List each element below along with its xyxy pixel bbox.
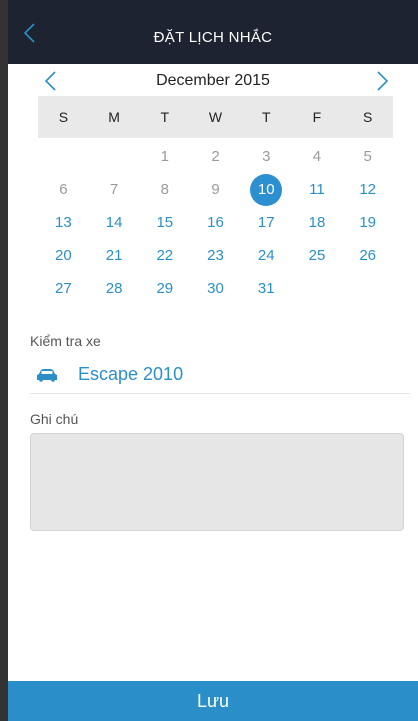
calendar-day-27[interactable]: 27 [38, 272, 89, 305]
calendar-day-29[interactable]: 29 [139, 272, 190, 305]
calendar-day-11[interactable]: 11 [292, 173, 343, 206]
notes-input[interactable] [30, 433, 404, 531]
calendar-day-8[interactable]: 8 [139, 173, 190, 206]
navbar: ĐẶT LỊCH NHẮC [8, 0, 418, 64]
calendar-day-20[interactable]: 20 [38, 239, 89, 272]
calendar-day-19[interactable]: 19 [342, 206, 393, 239]
calendar-day-10[interactable]: 10 [241, 173, 292, 206]
calendar-day-14[interactable]: 14 [89, 206, 140, 239]
page-title: ĐẶT LỊCH NHẮC [153, 29, 273, 46]
calendar-day-28[interactable]: 28 [89, 272, 140, 305]
calendar-day-4[interactable]: 4 [292, 140, 343, 173]
calendar-day-25[interactable]: 25 [292, 239, 343, 272]
next-month-chevron-icon[interactable] [373, 70, 391, 92]
calendar-week: 6 7 8 9 10 11 12 [38, 173, 393, 206]
calendar-day-3[interactable]: 3 [241, 140, 292, 173]
calendar-week: 27 28 29 30 31 [38, 272, 393, 305]
weekday-sunday: S [58, 109, 69, 125]
calendar-day-2[interactable]: 2 [190, 140, 241, 173]
car-icon [37, 369, 57, 382]
calendar-day-23[interactable]: 23 [190, 239, 241, 272]
month-label: December 2015 [156, 72, 270, 89]
calendar-day-9[interactable]: 9 [190, 173, 241, 206]
calendar-day-30[interactable]: 30 [190, 272, 241, 305]
calendar-week: 13 14 15 16 17 18 19 [38, 206, 393, 239]
vehicle-selector[interactable]: Escape 2010 [30, 362, 410, 394]
weekday-thursday: T [261, 109, 271, 125]
weekday-wednesday: W [208, 109, 223, 125]
weekday-friday: F [312, 109, 322, 125]
vehicle-label: Kiểm tra xe [30, 333, 101, 349]
calendar-day-empty [292, 272, 343, 305]
calendar-day-18[interactable]: 18 [292, 206, 343, 239]
calendar-day-22[interactable]: 22 [139, 239, 190, 272]
calendar-day-26[interactable]: 26 [342, 239, 393, 272]
calendar-day-21[interactable]: 21 [89, 239, 140, 272]
vehicle-name: Escape 2010 [78, 364, 184, 384]
calendar-week: 20 21 22 23 24 25 26 [38, 239, 393, 272]
calendar-day-12[interactable]: 12 [342, 173, 393, 206]
calendar-header: December 2015 [8, 64, 418, 96]
weekday-header: S M T W T F S [38, 96, 393, 138]
save-button[interactable]: Lưu [8, 681, 418, 721]
calendar-day-24[interactable]: 24 [241, 239, 292, 272]
calendar-grid: 1 2 3 4 5 6 7 8 9 10 11 12 13 14 15 16 17 18 19 20 21 22 23 24 2… [38, 140, 393, 305]
calendar-day-13[interactable]: 13 [38, 206, 89, 239]
calendar-day-5[interactable]: 5 [342, 140, 393, 173]
calendar-day-31[interactable]: 31 [241, 272, 292, 305]
weekday-saturday: S [363, 109, 373, 125]
calendar-day-empty [38, 140, 89, 173]
calendar-day-17[interactable]: 17 [241, 206, 292, 239]
weekday-tuesday: T [160, 109, 170, 125]
calendar-week: 12345 [38, 140, 393, 173]
weekday-monday: M [108, 109, 120, 125]
calendar-day-15[interactable]: 15 [139, 206, 190, 239]
calendar-day-16[interactable]: 16 [190, 206, 241, 239]
calendar-day-1[interactable]: 1 [139, 140, 190, 173]
calendar-day-empty [342, 272, 393, 305]
reminder-screen: ĐẶT LỊCH NHẮC December 2015 S M T W T F … [8, 0, 418, 721]
calendar-day-empty [89, 140, 140, 173]
notes-label: Ghi chú [30, 411, 79, 427]
calendar-day-6[interactable]: 6 [38, 173, 89, 206]
calendar-day-7[interactable]: 7 [89, 173, 140, 206]
